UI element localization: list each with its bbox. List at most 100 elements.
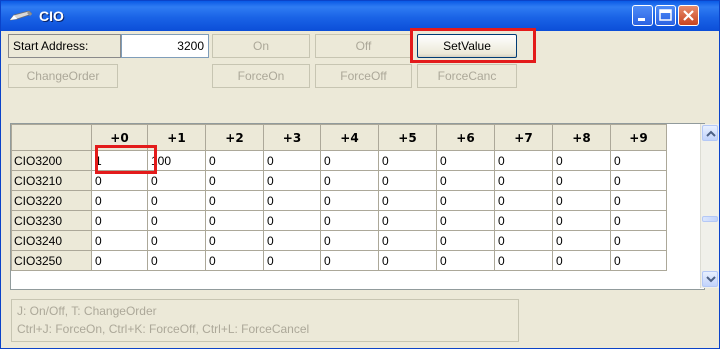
close-button[interactable] xyxy=(678,5,699,26)
value-cell[interactable]: 0 xyxy=(436,250,495,271)
value-cell[interactable]: 0 xyxy=(263,230,321,251)
value-cell[interactable]: 0 xyxy=(147,190,206,211)
value-cell[interactable]: 0 xyxy=(552,170,611,191)
on-button[interactable]: On xyxy=(212,34,310,58)
value-cell[interactable]: 0 xyxy=(205,170,264,191)
scroll-down-button[interactable] xyxy=(702,271,718,287)
value-cell[interactable]: 0 xyxy=(147,230,206,251)
force-on-button[interactable]: ForceOn xyxy=(212,64,310,88)
scroll-up-button[interactable] xyxy=(702,125,718,141)
column-header[interactable]: +3 xyxy=(263,124,321,151)
value-cell[interactable]: 0 xyxy=(263,190,321,211)
value-cell[interactable]: 0 xyxy=(320,230,379,251)
value-cell[interactable]: 0 xyxy=(552,250,611,271)
value-cell[interactable]: 0 xyxy=(320,250,379,271)
value-cell[interactable]: 0 xyxy=(436,230,495,251)
value-cell[interactable]: 0 xyxy=(91,210,148,231)
value-cell[interactable]: 0 xyxy=(91,230,148,251)
value-cell[interactable]: 0 xyxy=(263,250,321,271)
value-cell[interactable]: 0 xyxy=(494,190,553,211)
value-cell[interactable]: 0 xyxy=(610,190,667,211)
title-bar[interactable]: CIO xyxy=(1,1,719,31)
value-cell[interactable]: 0 xyxy=(320,150,379,171)
value-cell[interactable]: 100 xyxy=(147,150,206,171)
row-header[interactable]: CIO3230 xyxy=(11,210,92,231)
pencil-icon xyxy=(10,11,32,21)
minimize-icon xyxy=(638,18,645,21)
value-cell[interactable]: 0 xyxy=(378,150,437,171)
value-cell[interactable]: 0 xyxy=(610,150,667,171)
value-cell[interactable]: 0 xyxy=(91,250,148,271)
value-cell[interactable]: 0 xyxy=(610,170,667,191)
value-cell[interactable]: 0 xyxy=(263,150,321,171)
value-cell[interactable]: 0 xyxy=(91,170,148,191)
change-order-button[interactable]: ChangeOrder xyxy=(8,64,118,88)
value-cell[interactable]: 0 xyxy=(436,190,495,211)
row-header[interactable]: CIO3240 xyxy=(11,230,92,251)
value-cell[interactable]: 0 xyxy=(263,170,321,191)
chevron-up-icon xyxy=(706,130,716,137)
value-cell[interactable]: 0 xyxy=(494,170,553,191)
value-cell[interactable]: 0 xyxy=(147,250,206,271)
value-cell[interactable]: 0 xyxy=(320,190,379,211)
value-cell[interactable]: 0 xyxy=(610,210,667,231)
chevron-down-icon xyxy=(706,276,716,283)
column-header[interactable]: +7 xyxy=(494,124,553,151)
scroll-thumb[interactable] xyxy=(702,216,718,222)
value-cell[interactable]: 1 xyxy=(91,150,148,171)
value-cell[interactable]: 0 xyxy=(205,190,264,211)
value-cell[interactable]: 0 xyxy=(205,250,264,271)
value-cell[interactable]: 0 xyxy=(610,250,667,271)
value-cell[interactable]: 0 xyxy=(147,170,206,191)
start-address-input[interactable]: 3200 xyxy=(121,34,209,58)
value-cell[interactable]: 0 xyxy=(494,250,553,271)
off-button[interactable]: Off xyxy=(315,34,412,58)
value-cell[interactable]: 0 xyxy=(494,210,553,231)
column-header[interactable]: +1 xyxy=(147,124,206,151)
value-cell[interactable]: 0 xyxy=(205,210,264,231)
value-cell[interactable]: 0 xyxy=(91,190,148,211)
value-cell[interactable]: 0 xyxy=(147,210,206,231)
value-cell[interactable]: 0 xyxy=(552,230,611,251)
value-cell[interactable]: 0 xyxy=(494,150,553,171)
value-cell[interactable]: 0 xyxy=(378,170,437,191)
window-title: CIO xyxy=(39,8,64,24)
value-cell[interactable]: 0 xyxy=(320,210,379,231)
value-cell[interactable]: 0 xyxy=(552,190,611,211)
column-header[interactable]: +5 xyxy=(378,124,437,151)
value-cell[interactable]: 0 xyxy=(263,210,321,231)
column-header[interactable]: +0 xyxy=(91,124,148,151)
value-cell[interactable]: 0 xyxy=(378,250,437,271)
column-header[interactable]: +2 xyxy=(205,124,264,151)
cio-window: CIO Start Address: 3200 On Off SetValue … xyxy=(0,0,720,349)
value-cell[interactable]: 0 xyxy=(205,230,264,251)
vertical-scrollbar[interactable] xyxy=(700,124,719,288)
value-cell[interactable]: 0 xyxy=(610,230,667,251)
value-cell[interactable]: 0 xyxy=(378,190,437,211)
force-off-button[interactable]: ForceOff xyxy=(315,64,412,88)
column-header[interactable]: +4 xyxy=(320,124,379,151)
value-cell[interactable]: 0 xyxy=(436,170,495,191)
maximize-button[interactable] xyxy=(655,5,676,26)
value-cell[interactable]: 0 xyxy=(205,150,264,171)
minimize-button[interactable] xyxy=(632,5,653,26)
row-header[interactable]: CIO3200 xyxy=(11,150,92,171)
force-cancel-button[interactable]: ForceCanc xyxy=(417,64,517,88)
set-value-button[interactable]: SetValue xyxy=(417,34,517,58)
shortcut-hint-line-1: J: On/Off, T: ChangeOrder xyxy=(17,304,157,318)
value-cell[interactable]: 0 xyxy=(320,170,379,191)
value-cell[interactable]: 0 xyxy=(494,230,553,251)
column-header[interactable]: +6 xyxy=(436,124,495,151)
column-header[interactable]: +9 xyxy=(610,124,667,151)
value-cell[interactable]: 0 xyxy=(378,210,437,231)
value-cell[interactable]: 0 xyxy=(378,230,437,251)
row-header[interactable]: CIO3210 xyxy=(11,170,92,191)
row-header[interactable]: CIO3250 xyxy=(11,250,92,271)
column-header-row: +0 +1 +2 +3 +4 +5 +6 +7 +8 +9 xyxy=(11,124,667,151)
value-cell[interactable]: 0 xyxy=(436,150,495,171)
value-cell[interactable]: 0 xyxy=(436,210,495,231)
value-cell[interactable]: 0 xyxy=(552,150,611,171)
value-cell[interactable]: 0 xyxy=(552,210,611,231)
column-header[interactable]: +8 xyxy=(552,124,611,151)
row-header[interactable]: CIO3220 xyxy=(11,190,92,211)
